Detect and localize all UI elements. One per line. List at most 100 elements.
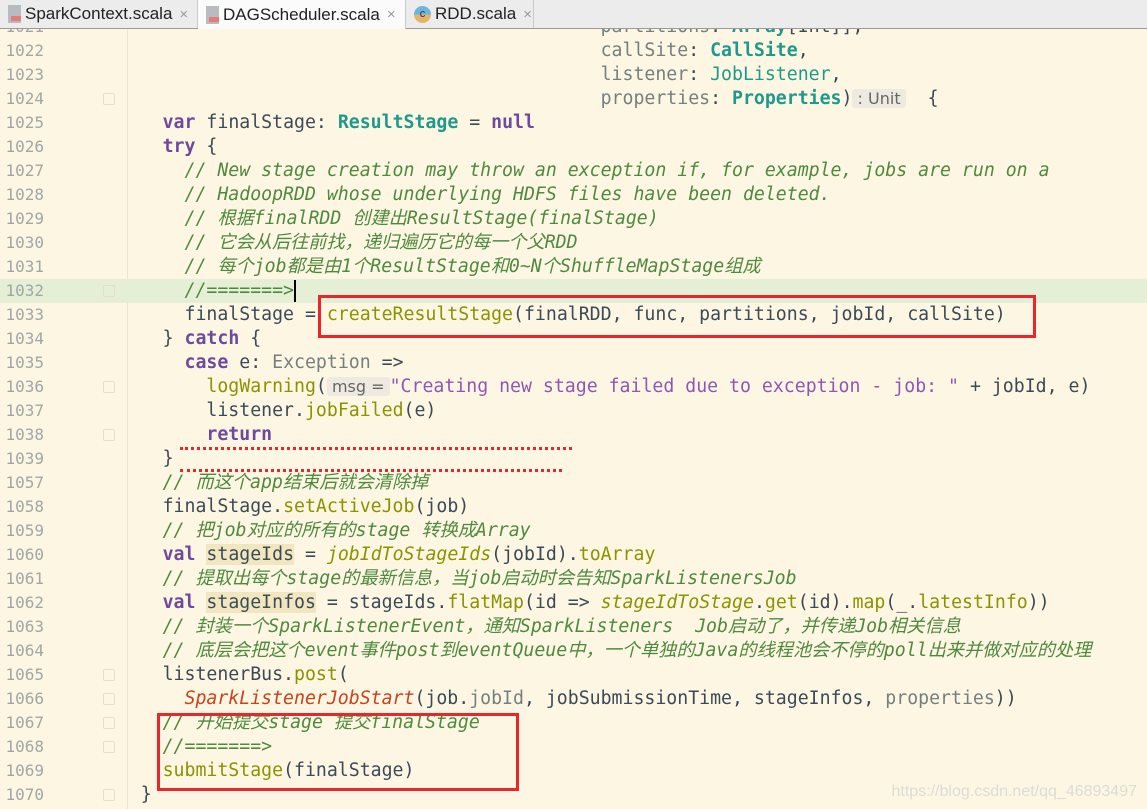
- code-line[interactable]: 1036 logWarning( msg = "Creating new sta…: [0, 375, 1147, 399]
- code-text: try {: [75, 135, 218, 159]
- code-text: logWarning( msg = "Creating new stage fa…: [75, 375, 1090, 399]
- fold-marker-icon[interactable]: [103, 717, 115, 729]
- code-line[interactable]: 1066 SparkListenerJobStart(job.jobId, jo…: [0, 687, 1147, 711]
- code-line[interactable]: 1035 case e: Exception =>: [0, 351, 1147, 375]
- line-number: 1064: [5, 641, 44, 660]
- code-token: //=======>: [184, 280, 295, 301]
- scala-class-icon: c: [414, 5, 431, 23]
- code-token: )): [994, 688, 1017, 709]
- scala-file-icon: [8, 5, 21, 23]
- code-token: val: [162, 592, 196, 613]
- close-icon[interactable]: ×: [523, 6, 532, 23]
- code-token: + jobId, e): [959, 376, 1091, 397]
- code-token: (: [337, 664, 349, 685]
- code-token: // 提取出每个stage的最新信息，当job启动时会告知SparkListen…: [162, 568, 797, 589]
- line-number: 1026: [5, 137, 44, 156]
- code-token: jobFailed: [304, 400, 404, 421]
- code-token: // 根据finalRDD 创建出ResultStage(finalStage): [184, 208, 659, 229]
- code-token: [Int]],: [787, 29, 864, 37]
- fold-marker-icon[interactable]: [103, 789, 115, 801]
- code-token: catch: [184, 328, 240, 349]
- fold-marker-icon[interactable]: [103, 93, 115, 105]
- code-line[interactable]: 1031 // 每个job都是由1个ResultStage和0~N个Shuffl…: [0, 255, 1147, 279]
- code-line[interactable]: 1028 // HadoopRDD whose underlying HDFS …: [0, 183, 1147, 207]
- fold-marker-icon[interactable]: [103, 381, 115, 393]
- close-icon[interactable]: ×: [179, 6, 188, 23]
- code-token: :: [688, 40, 711, 61]
- code-token: toArray: [578, 544, 656, 565]
- close-icon[interactable]: ×: [387, 6, 396, 23]
- code-token: =: [458, 112, 492, 133]
- code-token: e:: [228, 352, 273, 373]
- code-line[interactable]: 1057 // 而这个app结束后就会清除掉: [0, 471, 1147, 495]
- fold-marker-icon[interactable]: [103, 693, 115, 705]
- code-token: (id =>: [523, 592, 601, 613]
- code-token: logWarning: [206, 376, 316, 397]
- code-token: =: [294, 544, 327, 565]
- code-token: // HadoopRDD whose underlying HDFS files…: [184, 184, 831, 205]
- code-line[interactable]: 1060 val stageIds = jobIdToStageIds(jobI…: [0, 543, 1147, 567]
- code-token: // New stage creation may throw an excep…: [184, 160, 1050, 181]
- code-token: setActiveJob: [283, 496, 415, 517]
- line-number: 1061: [5, 569, 44, 588]
- fold-marker-icon[interactable]: [103, 285, 115, 297]
- code-text: val stageIds = jobIdToStageIds(jobId).to…: [75, 543, 655, 567]
- code-token: val: [162, 544, 196, 565]
- code-line[interactable]: 1023 listener: JobListener,: [0, 63, 1147, 87]
- code-line[interactable]: 1029 // 根据finalRDD 创建出ResultStage(finalS…: [0, 207, 1147, 231]
- code-line[interactable]: 1030 // 它会从后往前找，递归遍历它的每一个父RDD: [0, 231, 1147, 255]
- code-line[interactable]: 1058 finalStage.setActiveJob(job): [0, 495, 1147, 519]
- code-line[interactable]: 1063 // 封装一个SparkListenerEvent，通知SparkLi…: [0, 615, 1147, 639]
- line-number: 1065: [5, 665, 44, 684]
- code-token: var: [162, 112, 196, 133]
- fold-marker-icon[interactable]: [103, 669, 115, 681]
- code-line[interactable]: 1021 partitions: Array[Int]],: [0, 29, 1147, 39]
- fold-marker-icon[interactable]: [103, 429, 115, 441]
- tab-dagscheduler[interactable]: DAGScheduler.scala ×: [198, 0, 406, 29]
- code-text: partitions: Array[Int]],: [75, 29, 864, 39]
- code-token: properties: [600, 88, 711, 109]
- code-token: listenerBus.: [162, 664, 295, 685]
- watermark: https://blog.csdn.net/qq_46893497: [891, 783, 1137, 800]
- code-line[interactable]: 1062 val stageInfos = stageIds.flatMap(i…: [0, 591, 1147, 615]
- tab-label: DAGScheduler.scala: [223, 4, 380, 24]
- line-number: 1032: [5, 281, 44, 300]
- tab-rdd[interactable]: c RDD.scala ×: [406, 0, 534, 28]
- code-editor[interactable]: 1021 partitions: Array[Int]],1022 callSi…: [0, 29, 1147, 809]
- code-token: // 底层会把这个event事件post到eventQueue中，一个单独的Ja…: [162, 640, 1092, 661]
- code-text: SparkListenerJobStart(job.jobId, jobSubm…: [75, 687, 1017, 711]
- line-number: 1031: [5, 257, 44, 276]
- code-token: map: [852, 592, 886, 613]
- code-token: // 每个job都是由1个ResultStage和0~N个ShuffleMapS…: [184, 256, 761, 277]
- code-line[interactable]: 1026 try {: [0, 135, 1147, 159]
- code-token: finalStage.: [162, 496, 284, 517]
- line-number: 1057: [5, 473, 44, 492]
- code-text: val stageInfos = stageIds.flatMap(id => …: [75, 591, 1050, 615]
- code-text: }: [75, 447, 174, 471]
- line-number: 1060: [5, 545, 44, 564]
- code-line[interactable]: 1061 // 提取出每个stage的最新信息，当job启动时会告知SparkL…: [0, 567, 1147, 591]
- code-token: null: [491, 112, 535, 133]
- code-token: }: [162, 448, 174, 469]
- tab-sparkcontext[interactable]: SparkContext.scala ×: [0, 0, 198, 28]
- code-line[interactable]: 1027 // New stage creation may throw an …: [0, 159, 1147, 183]
- code-line[interactable]: 1025 var finalStage: ResultStage = null: [0, 111, 1147, 135]
- code-token: stageIdToStage: [600, 592, 754, 613]
- line-number: 1029: [5, 209, 44, 228]
- code-line[interactable]: 1064 // 底层会把这个event事件post到eventQueue中，一个…: [0, 639, 1147, 663]
- code-line[interactable]: 1039 }: [0, 447, 1147, 471]
- code-line[interactable]: 1038 return: [0, 423, 1147, 447]
- code-line[interactable]: 1022 callSite: CallSite,: [0, 39, 1147, 63]
- code-token: , jobSubmissionTime, stageInfos,: [523, 688, 886, 709]
- code-token: ,: [830, 64, 842, 85]
- line-number: 1066: [5, 689, 44, 708]
- code-token: (: [315, 376, 327, 397]
- code-text: // 而这个app结束后就会清除掉: [75, 471, 429, 495]
- fold-marker-icon[interactable]: [103, 741, 115, 753]
- line-number: 1070: [5, 785, 44, 804]
- code-line[interactable]: 1037 listener.jobFailed(e): [0, 399, 1147, 423]
- code-line[interactable]: 1059 // 把job对应的所有的stage 转换成Array: [0, 519, 1147, 543]
- code-line[interactable]: 1065 listenerBus.post(: [0, 663, 1147, 687]
- code-token: (job.: [414, 688, 470, 709]
- code-line[interactable]: 1024 properties: Properties) : Unit {: [0, 87, 1147, 111]
